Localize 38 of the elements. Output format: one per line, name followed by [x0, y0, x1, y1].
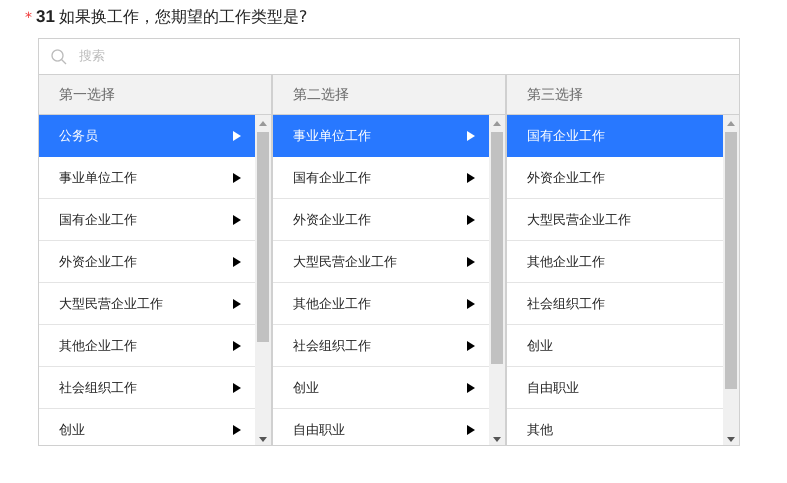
scroll-up-icon[interactable]: [727, 121, 735, 126]
expand-arrow-icon: [467, 130, 475, 140]
scroll-down-icon[interactable]: [493, 437, 501, 442]
option-item[interactable]: 国有企业工作: [507, 115, 723, 157]
expand-arrow-icon: [467, 172, 475, 182]
expand-arrow-icon: [467, 424, 475, 434]
required-mark: *: [25, 10, 32, 26]
expand-arrow-icon: [233, 214, 241, 224]
expand-arrow-icon: [233, 424, 241, 434]
expand-arrow-icon: [233, 256, 241, 266]
column-header: 第三选择: [507, 75, 739, 115]
expand-arrow-icon: [467, 340, 475, 350]
scroll-down-icon[interactable]: [259, 437, 267, 442]
search-icon: [51, 48, 67, 64]
expand-arrow-icon: [233, 172, 241, 182]
scroll-thumb[interactable]: [725, 132, 737, 389]
scroll-down-icon[interactable]: [727, 437, 735, 442]
expand-arrow-icon: [467, 382, 475, 392]
scroll-up-icon[interactable]: [259, 121, 267, 126]
question-text: 如果换工作，您期望的工作类型是?: [58, 7, 308, 28]
expand-arrow-icon: [233, 382, 241, 392]
column-header: 第二选择: [273, 75, 505, 115]
scroll-thumb[interactable]: [491, 132, 503, 364]
expand-arrow-icon: [467, 298, 475, 308]
column-header: 第一选择: [39, 75, 271, 115]
scroll-thumb[interactable]: [257, 132, 269, 342]
scroll-up-icon[interactable]: [493, 121, 501, 126]
expand-arrow-icon: [233, 130, 241, 140]
expand-arrow-icon: [467, 256, 475, 266]
expand-arrow-icon: [233, 340, 241, 350]
option-item[interactable]: 公务员: [39, 115, 255, 157]
scrollbar[interactable]: [489, 115, 505, 445]
question-number: 31: [36, 7, 55, 27]
expand-arrow-icon: [233, 298, 241, 308]
option-item[interactable]: 事业单位工作: [273, 115, 489, 157]
scrollbar[interactable]: [723, 115, 739, 445]
expand-arrow-icon: [467, 214, 475, 224]
scrollbar[interactable]: [255, 115, 271, 445]
